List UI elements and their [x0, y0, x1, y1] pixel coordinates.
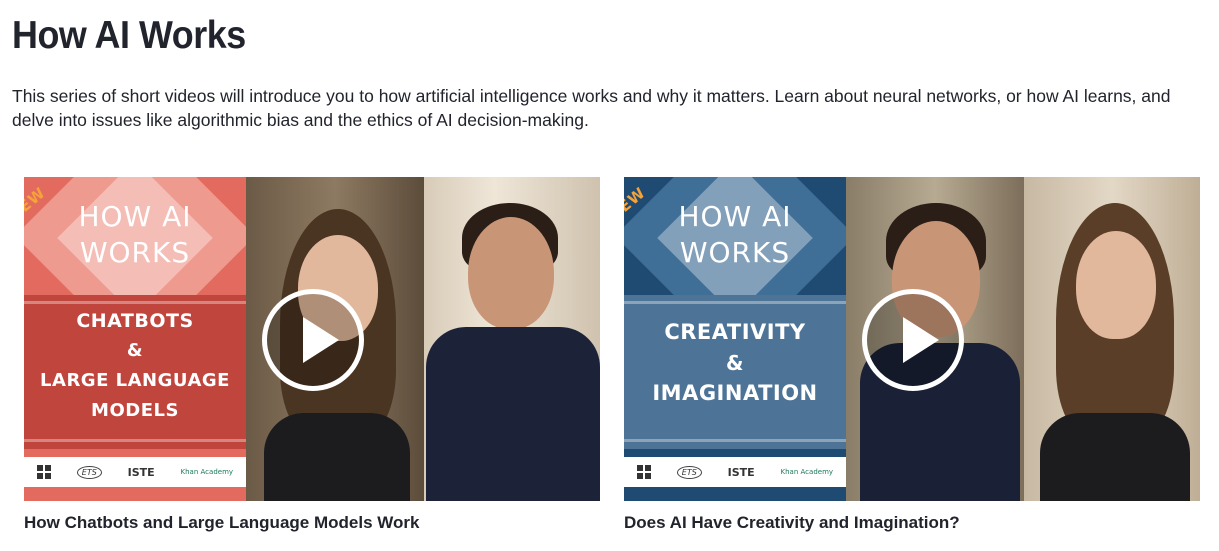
- partner-logos: ETS ISTE Khan Academy: [624, 457, 846, 487]
- video-thumbnail[interactable]: NEW HOW AI WORKS CREATIVITY & IMAGINATIO…: [624, 177, 1200, 501]
- video-card: NEW HOW AI WORKS CREATIVITY & IMAGINATIO…: [624, 177, 1200, 532]
- page-title: How AI Works: [12, 14, 246, 57]
- khan-academy-logo: Khan Academy: [780, 468, 834, 476]
- video-title-link[interactable]: Does AI Have Creativity and Imagination?: [624, 513, 960, 533]
- poster-topic-line: CREATIVITY: [664, 320, 806, 344]
- poster-topic-line: &: [726, 351, 744, 375]
- ets-logo: ETS: [76, 465, 102, 479]
- play-icon[interactable]: [262, 289, 364, 391]
- poster-topic-line: MODELS: [91, 400, 179, 421]
- presenter-photo: [1024, 177, 1200, 501]
- page-description: This series of short videos will introdu…: [12, 86, 1171, 130]
- khan-academy-logo: Khan Academy: [180, 468, 234, 476]
- iste-logo: ISTE: [127, 465, 155, 479]
- poster-art: NEW HOW AI WORKS CREATIVITY & IMAGINATIO…: [624, 177, 846, 501]
- ets-logo: ETS: [676, 465, 702, 479]
- poster-topic-line: IMAGINATION: [652, 381, 818, 405]
- partner-logos: ETS ISTE Khan Academy: [24, 457, 246, 487]
- poster-brand: HOW AI WORKS: [78, 200, 192, 269]
- poster-topic-line: &: [126, 340, 144, 361]
- grid-logo-icon: [636, 465, 651, 479]
- iste-logo: ISTE: [727, 465, 755, 479]
- poster-art: NEW HOW AI WORKS CHATBOTS & LARGE LANGUA…: [24, 177, 246, 501]
- presenter-photo: [424, 177, 600, 501]
- poster-brand: HOW AI WORKS: [678, 200, 792, 269]
- poster-topic-line: LARGE LANGUAGE: [40, 370, 230, 391]
- play-icon[interactable]: [862, 289, 964, 391]
- video-title-link[interactable]: How Chatbots and Large Language Models W…: [24, 513, 419, 533]
- poster-topic-line: CHATBOTS: [76, 310, 194, 332]
- video-thumbnail[interactable]: NEW HOW AI WORKS CHATBOTS & LARGE LANGUA…: [24, 177, 600, 501]
- grid-logo-icon: [36, 465, 51, 479]
- video-card: NEW HOW AI WORKS CHATBOTS & LARGE LANGUA…: [24, 177, 600, 532]
